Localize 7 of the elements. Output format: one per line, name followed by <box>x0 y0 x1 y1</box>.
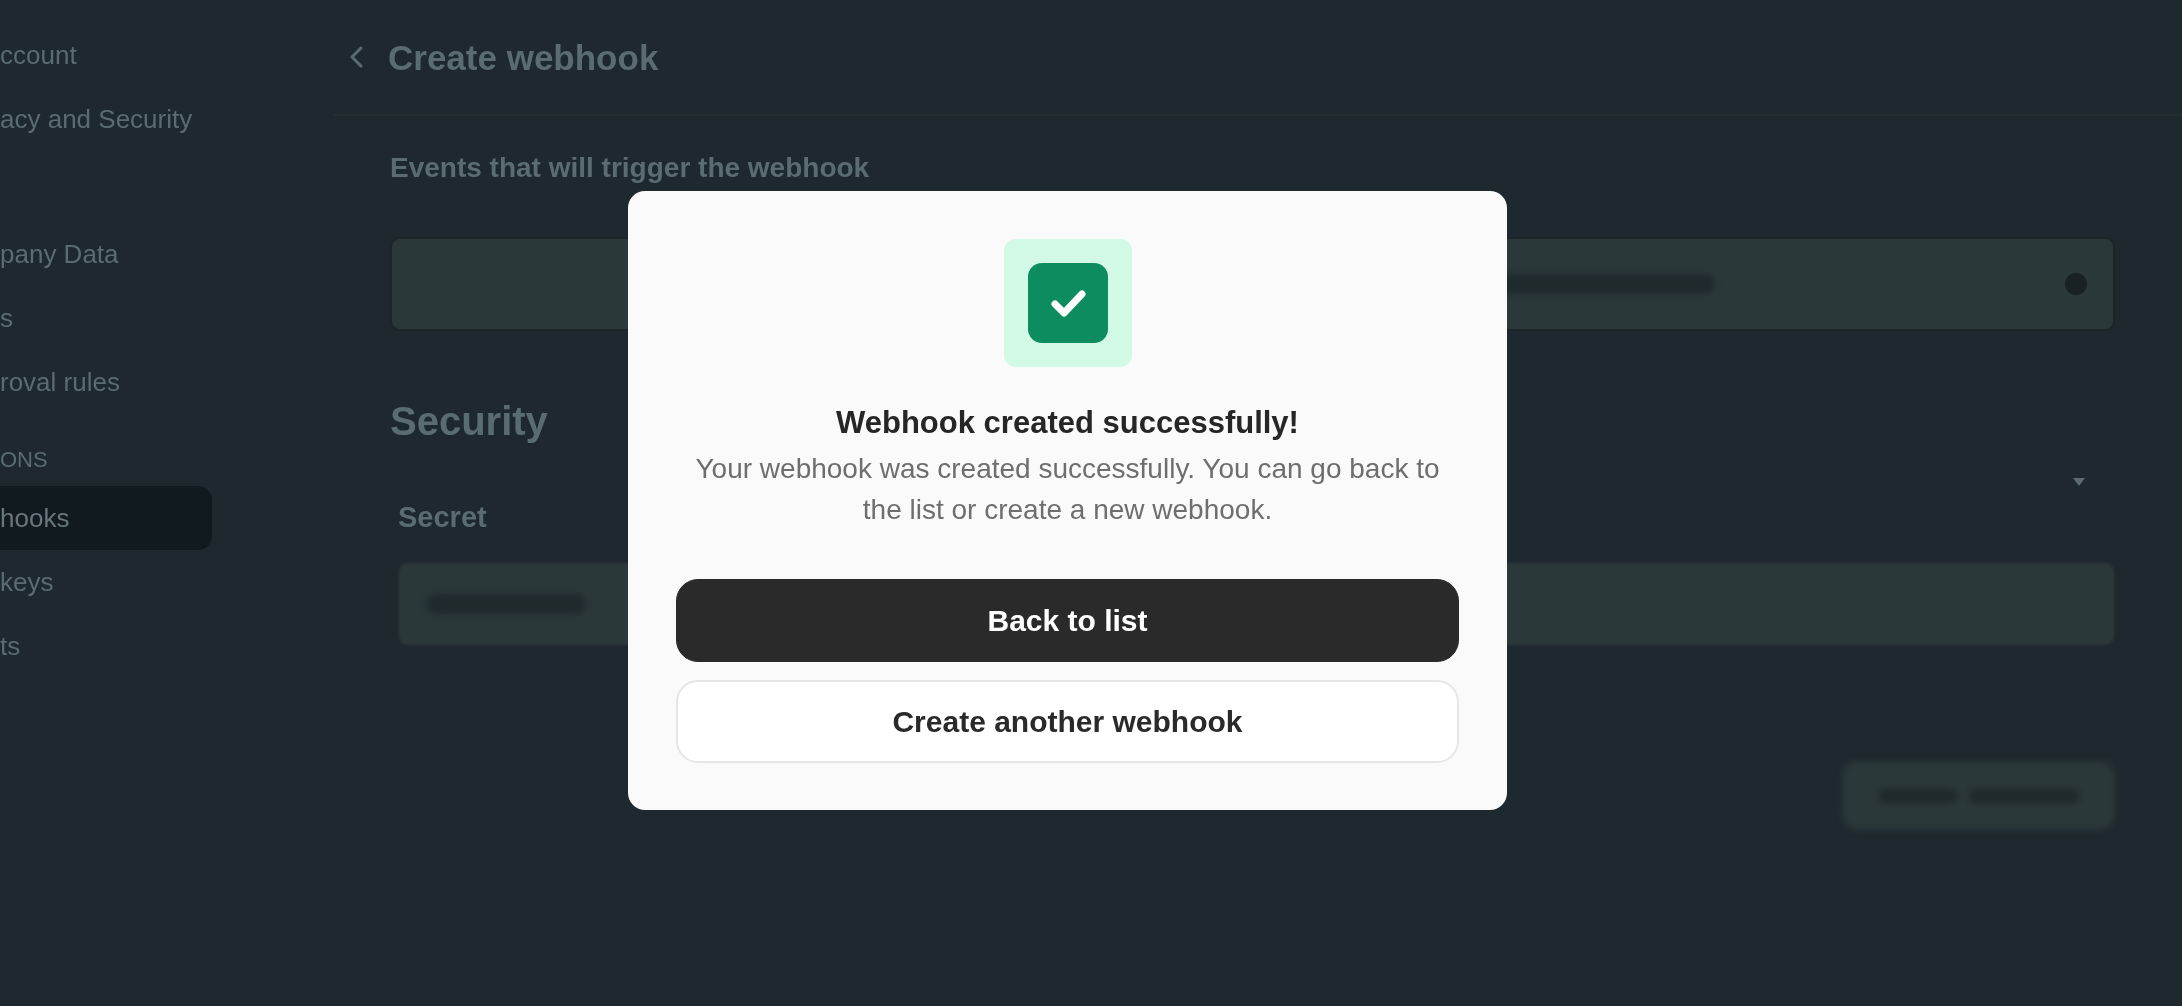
dialog-title: Webhook created successfully! <box>836 404 1299 442</box>
field-label: Secret <box>398 500 487 535</box>
sidebar-section-label: ONS <box>0 447 48 473</box>
section-heading: Events that will trigger the webhook <box>390 151 870 185</box>
section-heading: Security <box>390 398 548 444</box>
page-title: Create webhook <box>388 37 659 79</box>
dialog-message: Your webhook was created successfully. You can go back to the list or create a new webhook. <box>694 452 1441 527</box>
